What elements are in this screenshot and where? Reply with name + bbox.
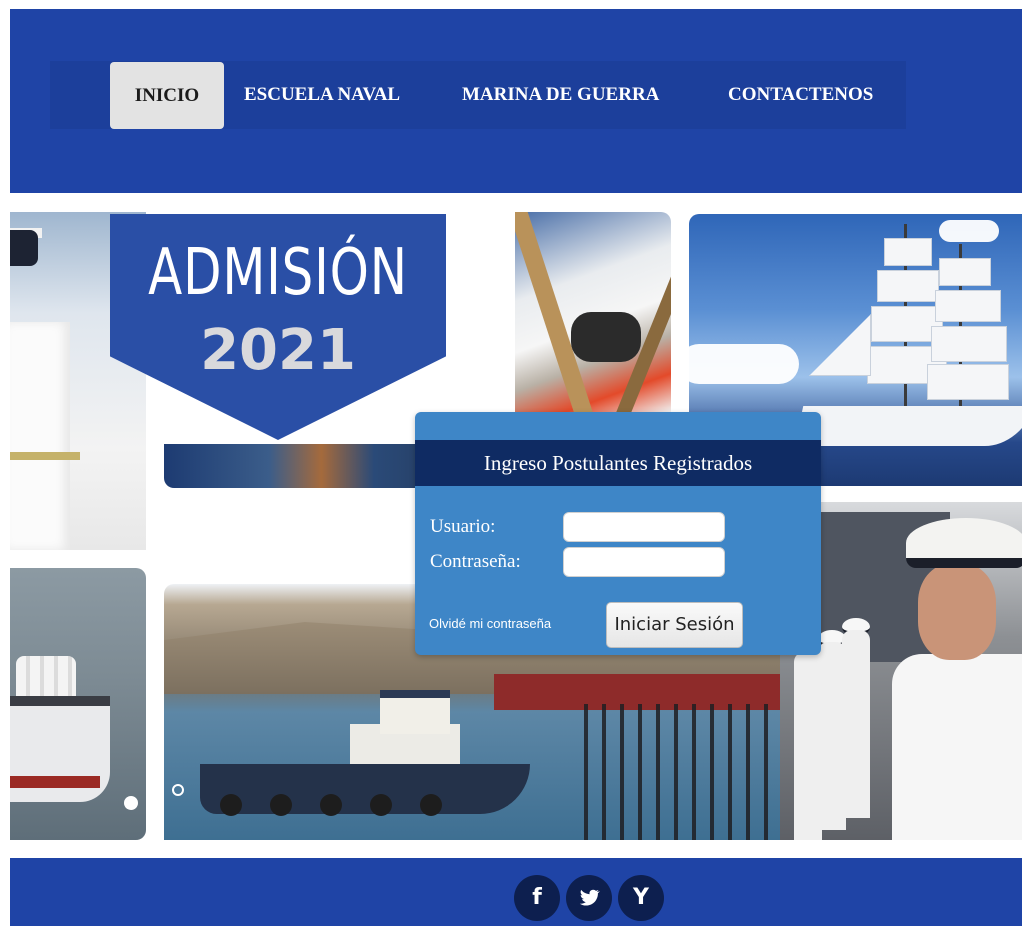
slider-dot[interactable] [172,784,184,796]
deck-railing [584,704,804,840]
username-input[interactable] [563,512,725,542]
tugboat [200,690,530,818]
crew-boat-photo [10,568,146,840]
password-input[interactable] [563,547,725,577]
twitter-bird-glyph [579,889,600,906]
boat-waterline [10,776,100,788]
tug-fender [320,794,342,816]
slider-dot-active[interactable] [124,796,138,810]
ship-sail [809,314,871,376]
nav-item-inicio[interactable]: INICIO [110,62,224,129]
officer-cap [10,230,38,266]
twitter-icon[interactable] [566,875,612,921]
nav-item-escuela-naval[interactable]: ESCUELA NAVAL [244,61,400,129]
youtube-icon[interactable]: Y [618,875,664,921]
login-button[interactable]: Iniciar Sesión [606,602,743,648]
officer-belt [10,452,80,460]
cloud [689,344,799,384]
password-label: Contraseña: [430,551,521,572]
admission-title: ADMISIÓN [148,236,408,310]
login-heading: Ingreso Postulantes Registrados [415,440,821,486]
ship-sail [927,364,1009,400]
site-header: INICIO ESCUELA NAVAL MARINA DE GUERRA CO… [10,9,1022,193]
tug-hull [200,764,530,814]
login-panel: Ingreso Postulantes Registrados Usuario:… [415,412,821,655]
cloud [939,220,999,242]
main-navigation: INICIO ESCUELA NAVAL MARINA DE GUERRA CO… [50,61,906,129]
tug-fender [370,794,392,816]
tug-cabin [380,690,450,734]
ship-sail [884,238,932,266]
tug-fender [220,794,242,816]
admission-year: 2021 [200,318,356,383]
site-footer: f Y [10,858,1022,926]
nav-item-marina-de-guerra[interactable]: MARINA DE GUERRA [462,61,659,129]
sailor-glove [571,312,641,362]
facebook-icon[interactable]: f [514,875,560,921]
sailor-face [918,564,996,660]
tug-fender [420,794,442,816]
sailor-uniform [892,654,1022,840]
forgot-password-link[interactable]: Olvidé mi contraseña [429,616,551,631]
username-label: Usuario: [430,516,496,537]
officer-uniform [10,322,70,550]
ship-hull [794,406,1022,446]
ship-sail [877,270,939,302]
tug-fender [270,794,292,816]
nav-item-contactenos[interactable]: CONTACTENOS [728,61,873,129]
sailor-rope-photo [515,212,671,412]
sailor-cap [906,518,1022,568]
ship-sail [931,326,1007,362]
ship-sail [939,258,991,286]
sailor-figure [842,630,870,818]
ship-sail [935,290,1001,322]
